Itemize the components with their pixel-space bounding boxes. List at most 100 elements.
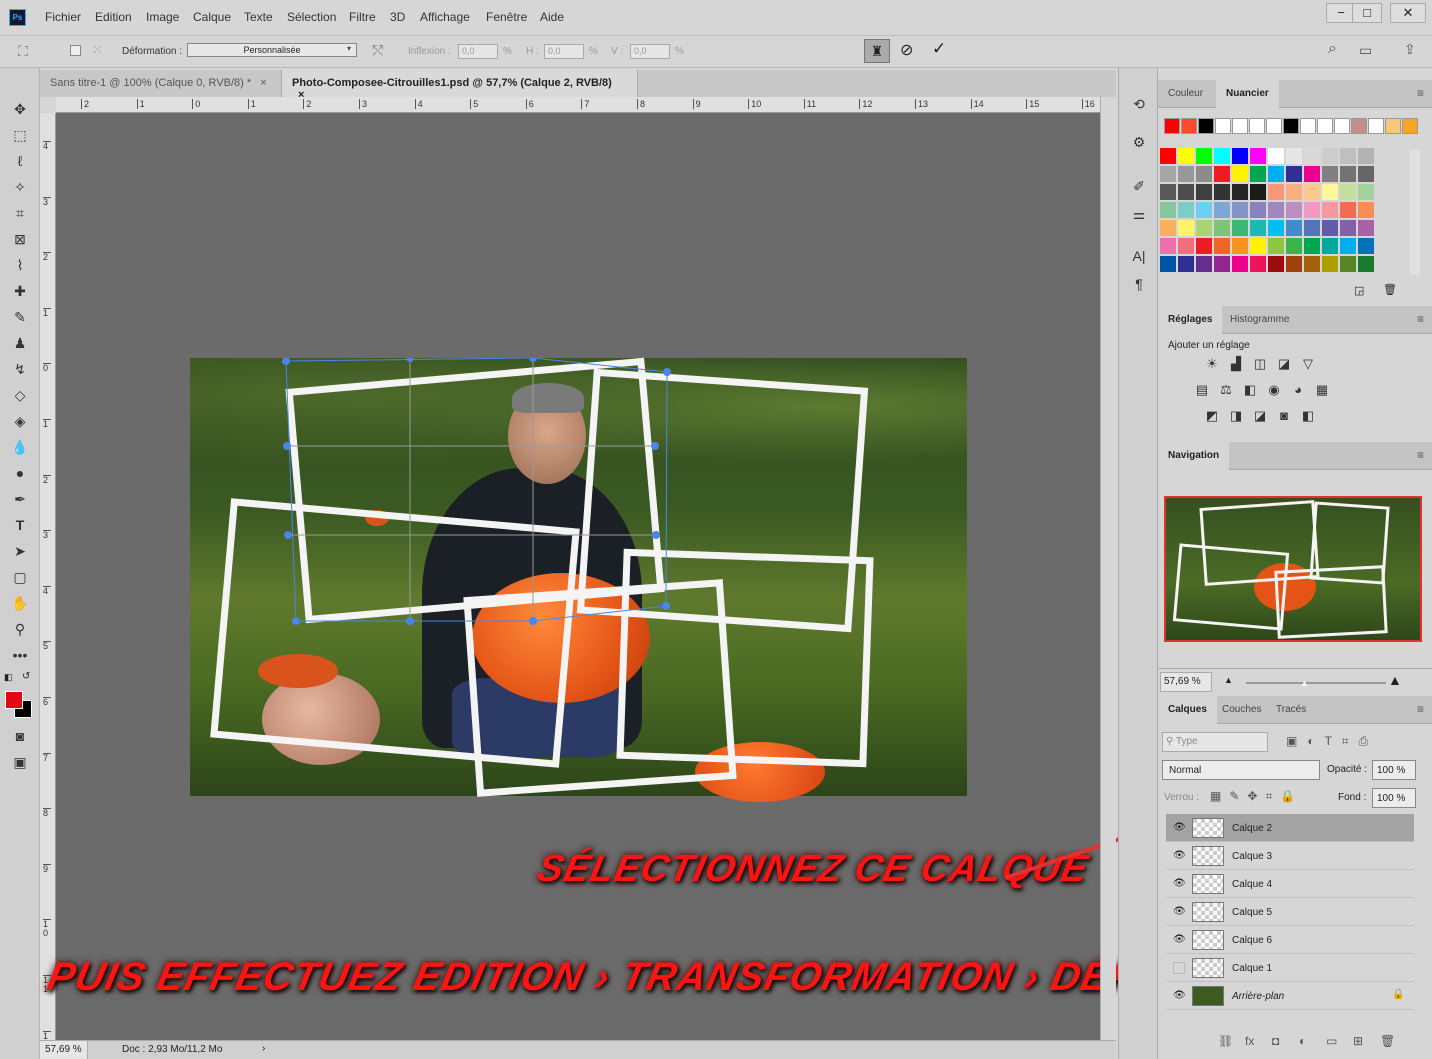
magic-wand-icon[interactable]: ✧ — [9, 176, 31, 198]
layer-row[interactable]: 👁 Calque 4 — [1166, 870, 1414, 898]
swap-colors-icon[interactable]: ↺ — [22, 671, 30, 682]
swatch[interactable] — [1368, 118, 1384, 134]
swatch[interactable] — [1160, 166, 1176, 182]
swatch[interactable] — [1304, 148, 1320, 164]
menu-texte[interactable]: Texte — [244, 10, 273, 24]
healing-brush-icon[interactable]: ✚ — [9, 280, 31, 302]
adjustment-icon[interactable]: ▽ — [1299, 355, 1317, 373]
zoom-in-icon[interactable]: ▲ — [1388, 672, 1402, 688]
layer-filter-input[interactable]: ⚲ Type — [1162, 732, 1268, 752]
new-swatch-icon[interactable]: ◲ — [1354, 284, 1364, 297]
swatch[interactable] — [1340, 184, 1356, 200]
tab-couches[interactable]: Couches — [1212, 696, 1271, 724]
tab-photo-composee[interactable]: Photo-Composee-Citrouilles1.psd @ 57,7% … — [282, 70, 638, 101]
swatch[interactable] — [1178, 166, 1194, 182]
stamp-tool-icon[interactable]: ♟ — [9, 332, 31, 354]
layer-footer-icon[interactable]: 🗑 — [1380, 1034, 1395, 1048]
zoom-slider-handle[interactable]: ▲ — [1300, 678, 1309, 688]
v-input[interactable]: 0,0 — [630, 44, 670, 59]
tab-nuancier[interactable]: Nuancier — [1216, 80, 1279, 108]
layer-footer-icon[interactable]: ◐ — [1299, 1034, 1306, 1048]
layer-row[interactable]: 👁 Calque 2 — [1166, 814, 1414, 842]
swatch[interactable] — [1178, 220, 1194, 236]
swatch[interactable] — [1250, 220, 1266, 236]
tab-sans-titre[interactable]: Sans titre-1 @ 100% (Calque 0, RVB/8) * … — [40, 70, 282, 97]
swatch[interactable] — [1358, 256, 1374, 272]
more-tools-icon[interactable]: ••• — [9, 644, 31, 666]
zoom-out-icon[interactable]: ▲ — [1224, 675, 1233, 685]
h-input[interactable]: 0,0 — [544, 44, 584, 59]
adjustment-icon[interactable]: ▟ — [1227, 355, 1245, 373]
swatch[interactable] — [1340, 256, 1356, 272]
zoom-readout[interactable]: 57,69 % — [40, 1041, 88, 1059]
adjustment-icon[interactable]: ◪ — [1251, 407, 1269, 425]
adjustment-icon[interactable]: ▤ — [1193, 381, 1211, 399]
crop-tool-icon[interactable]: ⌗ — [9, 202, 31, 224]
warp-mesh[interactable] — [190, 358, 967, 796]
swatch[interactable] — [1232, 166, 1248, 182]
adjustment-icon[interactable]: ◩ — [1203, 407, 1221, 425]
layer-filter-icons[interactable]: ▣◐T⌗⎙ — [1286, 734, 1378, 749]
swatch[interactable] — [1286, 256, 1302, 272]
swatch[interactable] — [1266, 118, 1282, 134]
fill-input[interactable]: 100 % — [1372, 788, 1416, 808]
visibility-eye-icon[interactable]: 👁 — [1173, 878, 1186, 889]
adjustment-icon[interactable]: ▦ — [1313, 381, 1331, 399]
swatch[interactable] — [1304, 184, 1320, 200]
eraser-tool-icon[interactable]: ◇ — [9, 384, 31, 406]
paragraph-icon[interactable]: ¶ — [1129, 274, 1149, 294]
workspace-icon[interactable]: ▭ — [1359, 42, 1372, 59]
layer-row[interactable]: 👁 Calque 6 — [1166, 926, 1414, 954]
swatch[interactable] — [1358, 148, 1374, 164]
visibility-eye-icon[interactable]: 👁 — [1173, 822, 1186, 833]
swatch[interactable] — [1286, 220, 1302, 236]
menu-edition[interactable]: Edition — [95, 10, 132, 24]
swatch[interactable] — [1340, 220, 1356, 236]
swatch[interactable] — [1214, 148, 1230, 164]
visibility-eye-icon[interactable] — [1173, 962, 1185, 974]
swatch[interactable] — [1232, 256, 1248, 272]
reference-point-icon[interactable]: ⁙ — [92, 42, 103, 58]
swatch[interactable] — [1286, 238, 1302, 254]
adjustment-icon[interactable]: ◙ — [1275, 407, 1293, 425]
menu-affichage[interactable]: Affichage — [420, 10, 470, 24]
swatch[interactable] — [1358, 166, 1374, 182]
type-tool-icon[interactable]: T — [9, 514, 31, 536]
history-icon[interactable]: ⟲ — [1129, 94, 1149, 114]
swatch[interactable] — [1286, 184, 1302, 200]
layer-footer-icon[interactable]: fx — [1245, 1034, 1254, 1048]
swatch[interactable] — [1214, 256, 1230, 272]
cancel-transform-icon[interactable]: ⊘ — [900, 40, 913, 60]
transform-tool-icon[interactable]: ⛶ — [18, 43, 28, 60]
menu-selection[interactable]: Sélection — [287, 10, 336, 24]
swatch[interactable] — [1322, 202, 1338, 218]
pen-tool-icon[interactable]: ✒ — [9, 488, 31, 510]
hand-tool-icon[interactable]: ✋ — [9, 592, 31, 614]
swatch[interactable] — [1214, 238, 1230, 254]
brush-settings-icon[interactable]: ✐ — [1129, 176, 1149, 196]
swatch[interactable] — [1232, 118, 1248, 134]
swatch[interactable] — [1232, 202, 1248, 218]
swatch[interactable] — [1196, 220, 1212, 236]
deform-select[interactable]: Personnalisée — [187, 43, 357, 57]
panel-menu-icon[interactable]: ≡ — [1417, 86, 1424, 100]
layer-row[interactable]: 👁 Arrière-plan 🔒 — [1166, 982, 1414, 1010]
swatch[interactable] — [1322, 184, 1338, 200]
grid-checkbox[interactable] — [70, 45, 81, 56]
visibility-eye-icon[interactable]: 👁 — [1173, 934, 1186, 945]
menu-filtre[interactable]: Filtre — [349, 10, 376, 24]
commit-transform-icon[interactable]: ✓ — [932, 39, 946, 59]
swatch[interactable] — [1232, 148, 1248, 164]
swatch[interactable] — [1268, 220, 1284, 236]
swatch[interactable] — [1196, 238, 1212, 254]
swatch[interactable] — [1160, 184, 1176, 200]
swatch[interactable] — [1160, 202, 1176, 218]
warp-orientation-icon[interactable]: ⤲ — [372, 42, 383, 59]
menu-aide[interactable]: Aide — [540, 10, 564, 24]
layer-row[interactable]: 👁 Calque 5 — [1166, 898, 1414, 926]
adjustment-icon[interactable]: ◕ — [1289, 381, 1307, 399]
vertical-scrollbar[interactable] — [1100, 97, 1116, 1040]
swatch[interactable] — [1232, 238, 1248, 254]
visibility-eye-icon[interactable]: 👁 — [1173, 990, 1186, 1001]
zoom-tool-icon[interactable]: ⚲ — [9, 618, 31, 640]
